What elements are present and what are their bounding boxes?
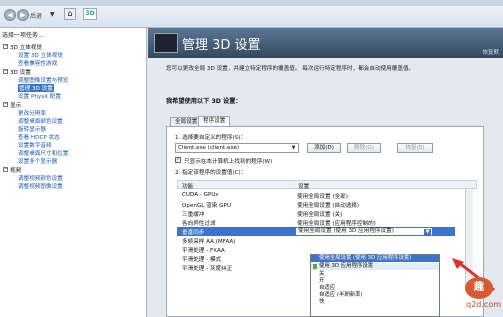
table-row-vsync[interactable]: 垂直同步 使用全局设置 (使用 3D 应用程序设置) ▼ xyxy=(177,227,455,236)
tree-item[interactable]: 调整图像设置与预览 xyxy=(18,76,68,84)
col-setting: 设置 xyxy=(298,184,310,190)
watermark: 趣 q2d.com xyxy=(455,277,501,315)
col-feature: 功能 xyxy=(182,184,194,190)
settings-table-header: 功能 设置 xyxy=(177,180,477,190)
tree-item[interactable]: 设置 3D 立体视觉 xyxy=(18,51,63,59)
page-title: 管理 3D 设置 xyxy=(182,38,261,53)
watermark-logo: 趣 xyxy=(465,277,493,299)
add-button[interactable]: 添加(D) xyxy=(307,143,341,153)
section-heading: 我希望使用以下 3D 设置： xyxy=(166,98,242,105)
table-row[interactable]: 平滑处理 - FXAA xyxy=(177,245,455,254)
tree-item[interactable]: 旋转显示器 xyxy=(18,125,46,133)
tree-item[interactable]: 调整视频颜色设置 xyxy=(18,174,63,182)
table-row[interactable]: 各向异性过滤 使用全局设置 (应用程序控制的) xyxy=(177,218,455,227)
tree-category[interactable]: 视频 xyxy=(10,166,21,174)
tree-item-manage-3d[interactable]: 管理 3D 设置 xyxy=(18,84,54,92)
program-select-value: Client.exe (client.exe) xyxy=(178,145,240,151)
tree-item[interactable]: 查看 HDCP 状态 xyxy=(18,133,60,141)
program-select[interactable]: Client.exe (client.exe) ▼ xyxy=(175,143,299,153)
expand-icon[interactable]: − xyxy=(3,44,8,49)
tree-item[interactable]: 查看兼容性游戏 xyxy=(18,59,57,67)
page-description: 您可以更改全局 3D 设置，并建立特定程序的覆盖值。 每次运行特定程序时，都会自… xyxy=(166,66,415,72)
menu-item-use-app-setting[interactable]: 使用 3D 应用程序设置 xyxy=(311,263,439,270)
title-strip xyxy=(0,0,503,6)
main-panel: 管理 3D 设置 恢复默 您可以更改全局 3D 设置，并建立特定程序的覆盖值。 … xyxy=(148,28,503,317)
step1-label: 1. 选择要自定义的程序(S)： xyxy=(175,135,246,141)
expand-icon[interactable]: − xyxy=(3,167,8,172)
history-dropdown-icon[interactable]: ▼ xyxy=(50,11,55,18)
tree-item[interactable]: 设置 PhysX 配置 xyxy=(18,92,61,100)
menu-item[interactable]: 使用全局设置 (使用 3D 应用程序设置) xyxy=(311,255,439,262)
tree-category[interactable]: 3D 设置 xyxy=(10,68,31,76)
vsync-select[interactable]: 使用全局设置 (使用 3D 应用程序设置) ▼ xyxy=(295,227,433,236)
expand-icon[interactable]: − xyxy=(3,102,8,107)
tree-item[interactable]: 调整桌面颜色设置 xyxy=(18,117,63,125)
expand-icon[interactable]: − xyxy=(3,69,8,74)
page-header: 管理 3D 设置 恢复默 xyxy=(148,28,503,58)
menu-item[interactable]: 快 xyxy=(311,299,439,306)
menu-item[interactable]: 关 xyxy=(311,271,439,278)
show-found-checkbox[interactable]: ✓ xyxy=(175,157,181,163)
nvidia-3d-icon xyxy=(154,33,178,53)
forward-button[interactable]: ▶ xyxy=(17,9,29,21)
nvidia-marker-icon xyxy=(313,264,317,269)
vsync-options-menu: 使用全局设置 (使用 3D 应用程序设置) 使用 3D 应用程序设置 关 开 自… xyxy=(310,254,440,317)
menu-item[interactable]: 开 xyxy=(311,278,439,285)
remove-button[interactable]: 删除(O) xyxy=(347,143,381,153)
watermark-text: q2d.com xyxy=(466,300,501,309)
toolbar: ◀ ▶ 后退 ▼ ⌂ 3D xyxy=(0,0,503,28)
table-row[interactable]: 三重缓冲 使用全局设置 (关) xyxy=(177,209,455,218)
tree-category[interactable]: 3D 立体视觉 xyxy=(10,43,42,51)
tree-category[interactable]: 显示 xyxy=(10,101,21,109)
tree-item[interactable]: 调整桌面尺寸和位置 xyxy=(18,149,68,157)
table-row[interactable]: 多帧采样 AA (MFAA) xyxy=(177,236,455,245)
restore-defaults-link[interactable]: 恢复默 xyxy=(482,48,499,56)
show-found-label: 只显示在本计算机上找到的程序(W) xyxy=(184,159,273,165)
restore-button[interactable]: 恢复(E) xyxy=(397,143,433,153)
tree-item[interactable]: 调整视频图像设置 xyxy=(18,182,63,190)
chevron-down-icon: ▼ xyxy=(291,145,296,151)
table-row[interactable]: CUDA - GPUs 使用全局设置 (全部) xyxy=(177,191,455,200)
table-row[interactable]: OpenGL 渲染 GPU 使用全局设置 (自动选择) xyxy=(177,200,455,209)
task-panel-title: 选择一项任务... xyxy=(2,32,44,39)
chevron-down-icon: ▼ xyxy=(424,229,431,235)
menu-item[interactable]: 自适应 xyxy=(311,285,439,292)
tree-item[interactable]: 设置数字音频 xyxy=(18,141,52,149)
step2-label: 2. 指定该程序的设置值(C)： xyxy=(175,170,247,176)
tree-item[interactable]: 设置多个显示器 xyxy=(18,157,57,165)
back-button[interactable]: ◀ xyxy=(4,9,16,21)
nvidia-3d-badge: 3D xyxy=(83,8,97,20)
home-icon[interactable]: ⌂ xyxy=(64,8,76,20)
back-label: 后退 xyxy=(30,13,43,20)
tree-item[interactable]: 更改分辨率 xyxy=(18,109,46,117)
menu-item[interactable]: 自适应 (半刷新率) xyxy=(311,292,439,299)
task-panel: 选择一项任务... − 3D 立体视觉 设置 3D 立体视觉 查看兼容性游戏 −… xyxy=(0,28,147,317)
